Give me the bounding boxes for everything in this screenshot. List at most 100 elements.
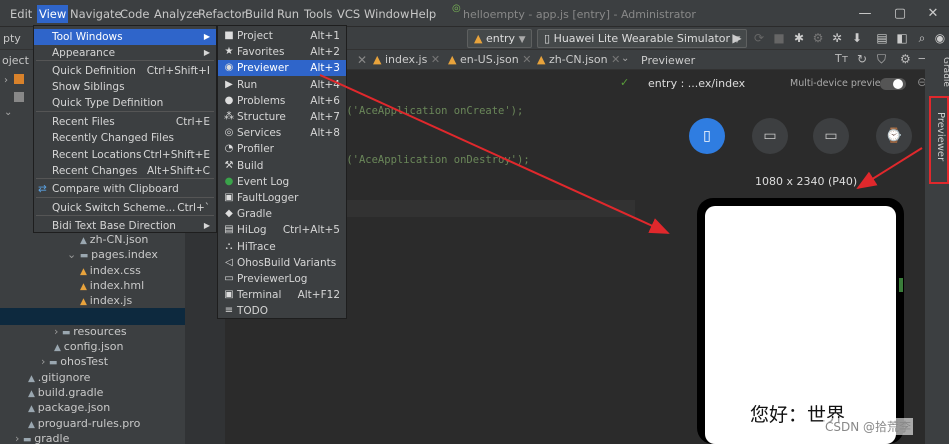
menu-tools[interactable]: Tools — [302, 5, 334, 23]
tool-window-item[interactable]: ● Event Log — [218, 174, 346, 190]
chevron-right-icon[interactable]: › — [41, 355, 49, 368]
folder-icon: ▬ — [48, 358, 61, 369]
view-menu-item[interactable]: ⇄ Compare with Clipboard — [34, 181, 216, 197]
tab-index-js[interactable]: ▲ index.js ✕ — [373, 53, 440, 66]
previewer-side-tab[interactable]: Previewer — [935, 112, 946, 161]
tool-window-item[interactable]: ▤ HiLog Ctrl+Alt+5 — [218, 222, 346, 238]
tablet-device-icon[interactable]: ▭ — [752, 118, 788, 154]
menu-edit[interactable]: Edit — [8, 5, 34, 23]
tool-window-item[interactable]: ⚒ Build — [218, 158, 346, 174]
account-icon[interactable]: ◉ — [933, 31, 947, 45]
watch-device-icon[interactable]: ⌚ — [876, 118, 912, 154]
chevron-right-icon[interactable]: › — [4, 75, 8, 86]
close-tab-icon[interactable]: ✕ — [522, 53, 531, 66]
chevron-down-icon[interactable]: ⌄ — [4, 107, 12, 118]
menu-refactor[interactable]: Refactor — [196, 5, 248, 23]
tree-item[interactable]: ▲ proguard-rules.pro — [28, 416, 140, 431]
tool-window-item[interactable]: ⁂ Structure Alt+7 — [218, 109, 346, 125]
menu-navigate[interactable]: Navigate — [68, 5, 124, 23]
close-button[interactable]: ✕ — [918, 4, 948, 24]
tabs-overflow-chevron-icon[interactable]: ⌄ — [621, 53, 629, 64]
tree-item[interactable]: › ▬ ohosTest — [41, 354, 108, 369]
tool-window-item[interactable]: ▣ Terminal Alt+F12 — [218, 287, 346, 303]
tool-window-item[interactable]: ◉ Previewer Alt+3 — [218, 60, 346, 77]
tool-window-item[interactable]: ⛬ HiTrace — [218, 239, 346, 255]
debug-icon[interactable]: ✱ — [792, 31, 806, 45]
menu-vcs[interactable]: VCS — [335, 5, 362, 23]
menu-analyze[interactable]: Analyze — [152, 5, 201, 23]
view-menu-item[interactable]: Recent Files Ctrl+E — [34, 114, 216, 130]
tool-window-item[interactable]: ■ Project Alt+1 — [218, 28, 346, 44]
tree-item[interactable]: › ▬ gradle — [15, 431, 69, 444]
tree-item[interactable]: ▲ config.json — [54, 339, 123, 354]
view-menu-item[interactable]: Quick Switch Scheme... Ctrl+` — [34, 200, 216, 216]
gear-icon[interactable]: ⚙ — [900, 52, 911, 66]
tree-item[interactable]: › ▬ resources — [54, 324, 127, 339]
tool-window-item[interactable]: ◎ Services Alt+8 — [218, 125, 346, 141]
previewer-path: entry : ...ex/index — [648, 77, 746, 90]
menu-code[interactable]: Code — [118, 5, 151, 23]
phone-device-icon[interactable]: ▯ — [689, 118, 725, 154]
tool-window-item[interactable]: ▶ Run Alt+4 — [218, 77, 346, 93]
menu-help[interactable]: Help — [408, 5, 438, 23]
tv-device-icon[interactable]: ▭ — [813, 118, 849, 154]
view-menu-item[interactable]: Bidi Text Base Direction ▶ — [34, 218, 216, 234]
tree-item[interactable]: ▲ package.json — [28, 400, 110, 415]
layout-icon[interactable]: ▤ — [875, 31, 889, 45]
view-menu-item[interactable]: Recent Changes Alt+Shift+C — [34, 163, 216, 179]
close-tab-icon[interactable]: ✕ — [431, 53, 440, 66]
close-tab-icon[interactable]: ✕ — [611, 53, 620, 66]
filter-icon[interactable]: ⛉ — [877, 52, 886, 67]
tool-window-item[interactable]: ★ Favorites Alt+2 — [218, 44, 346, 60]
tab-en-us-json[interactable]: ▲ en-US.json ✕ — [448, 53, 531, 66]
structure-icon: ⁂ — [224, 111, 234, 122]
search-icon[interactable]: ⌕ — [915, 31, 929, 45]
view-menu-item[interactable]: Tool Windows ▶ — [34, 29, 216, 45]
stop-icon[interactable]: ■ — [772, 31, 786, 45]
tree-item[interactable]: ▲ .gitignore — [28, 370, 90, 385]
tool-window-item[interactable]: ◆ Gradle — [218, 206, 346, 222]
refresh-icon[interactable]: ↻ — [857, 52, 867, 66]
gradle-side-tab[interactable]: Gradle — [941, 57, 949, 87]
run-icon[interactable]: ▶ — [730, 31, 744, 45]
tree-item-label: gradle — [34, 431, 70, 444]
menu-build[interactable]: Build — [243, 5, 276, 23]
device-select[interactable]: ▯ Huawei Lite Wearable Simulator ▼ — [537, 29, 748, 48]
profile-icon[interactable]: ✲ — [830, 31, 844, 45]
menu-item-label: Run — [237, 78, 258, 91]
view-menu-item[interactable]: Quick Type Definition — [34, 95, 216, 111]
chevron-down-icon[interactable]: ⌄ — [67, 248, 80, 261]
view-menu-item[interactable]: Recent Locations Ctrl+Shift+E — [34, 147, 216, 163]
restore-button[interactable]: ▢ — [885, 4, 915, 24]
tool-window-item[interactable]: ◔ Profiler — [218, 141, 346, 157]
close-tab-icon[interactable]: ✕ — [357, 53, 367, 67]
text-icon[interactable]: Tт — [835, 52, 848, 65]
tree-item[interactable]: ▲ index.js — [80, 293, 132, 308]
menu-run[interactable]: Run — [275, 5, 301, 23]
panel-icon[interactable]: ◧ — [895, 31, 909, 45]
tree-item[interactable]: ▲ build.gradle — [28, 385, 103, 400]
tree-item[interactable]: ▲ zh-CN.json — [80, 232, 148, 247]
menu-window[interactable]: Window — [362, 5, 411, 23]
rerun-icon[interactable]: ⟳ — [752, 31, 766, 45]
entry-select[interactable]: ▲ entry ▼ — [467, 29, 533, 48]
chevron-right-icon[interactable]: › — [54, 325, 62, 338]
view-menu-item[interactable]: Recently Changed Files — [34, 130, 216, 146]
menu-view[interactable]: View — [37, 5, 69, 23]
minimize-button[interactable]: — — [850, 4, 880, 24]
attach-icon[interactable]: ⚙ — [811, 31, 825, 45]
view-menu-item[interactable]: Appearance ▶ — [34, 45, 216, 61]
tree-item[interactable]: ▲ index.hml — [80, 278, 144, 293]
tree-item[interactable]: ⌄ ▬ pages.index — [67, 247, 158, 262]
view-menu-item[interactable]: Quick Definition Ctrl+Shift+I — [34, 63, 216, 79]
tool-window-item[interactable]: ▣ FaultLogger — [218, 190, 346, 206]
tool-window-item[interactable]: ≡ TODO — [218, 303, 346, 319]
tool-window-item[interactable]: ▭ PreviewerLog — [218, 271, 346, 287]
chevron-right-icon[interactable]: › — [15, 432, 23, 444]
tool-window-item[interactable]: ◁ OhosBuild Variants — [218, 255, 346, 271]
view-menu-item[interactable]: Show Siblings — [34, 79, 216, 95]
sdk-icon[interactable]: ⬇ — [850, 31, 864, 45]
tree-item[interactable]: ▲ index.css — [80, 263, 141, 278]
tab-zh-cn-json[interactable]: ▲ zh-CN.json ✕ — [537, 53, 620, 66]
tool-window-item[interactable]: ● Problems Alt+6 — [218, 93, 346, 109]
